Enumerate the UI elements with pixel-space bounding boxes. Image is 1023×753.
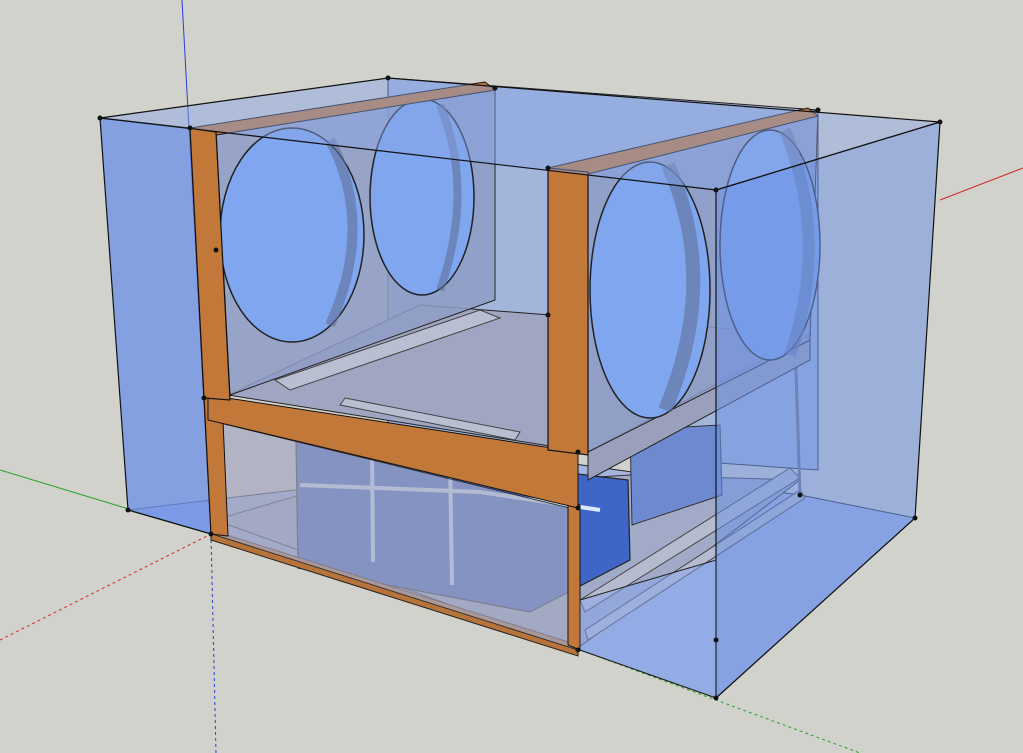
vertex	[385, 75, 391, 81]
3d-viewport[interactable]	[0, 0, 1023, 753]
red-axis	[939, 167, 1023, 201]
vertex	[797, 492, 803, 498]
vertex	[815, 107, 821, 113]
vertex	[713, 637, 719, 643]
blue-axis-hidden	[210, 533, 217, 753]
vertex	[575, 647, 581, 653]
vertex	[492, 85, 498, 91]
vertex	[912, 515, 918, 521]
right-front-post	[547, 167, 589, 456]
vertex	[187, 125, 193, 131]
vertex	[208, 531, 214, 537]
red-axis-hidden	[0, 533, 212, 641]
vertex	[125, 507, 131, 513]
vertex	[545, 165, 551, 171]
vertex	[97, 115, 103, 121]
vertex	[937, 119, 943, 125]
vertex	[575, 505, 581, 511]
model-scene[interactable]	[0, 0, 1023, 753]
vertex	[201, 395, 207, 401]
frame-center-post	[567, 499, 581, 651]
vertex	[213, 247, 219, 253]
vertex	[575, 449, 581, 455]
vertex	[713, 695, 719, 701]
vertex	[545, 312, 551, 318]
right-face	[715, 121, 941, 700]
vertex	[713, 187, 719, 193]
